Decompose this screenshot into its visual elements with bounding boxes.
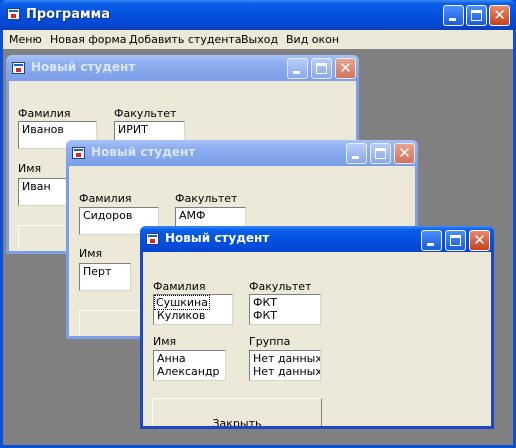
menu-bar: Меню Новая форма Добавить студента Выход…	[3, 30, 513, 49]
child-title-bar[interactable]: Новый студент ✕	[6, 55, 359, 81]
close-icon: ✕	[493, 6, 506, 24]
close-form-button[interactable]: Закрыть	[152, 398, 322, 426]
menu-item-exit[interactable]: Выход	[241, 33, 278, 46]
list-item[interactable]: Нет данных	[253, 365, 320, 378]
main-window: Программа ✕ Меню Новая форма Добавить ст…	[0, 0, 516, 448]
faculty-list[interactable]: ИРИТ	[114, 121, 185, 141]
app-window-icon[interactable]	[72, 147, 85, 159]
faculty-label: Факультет	[114, 107, 177, 120]
faculty-list[interactable]: АМФ	[175, 207, 246, 227]
faculty-list[interactable]: ФКТ ФКТ	[249, 294, 321, 325]
faculty-label: Факультет	[175, 192, 238, 205]
close-form-button[interactable]	[79, 310, 149, 336]
surname-label: Фамилия	[79, 192, 132, 205]
name-label: Имя	[153, 335, 177, 348]
child-window-title: Новый студент	[165, 231, 270, 245]
list-item[interactable]: Сидоров	[83, 209, 155, 222]
minimize-icon	[427, 243, 434, 246]
maximize-button[interactable]	[311, 58, 332, 79]
name-label: Имя	[18, 162, 42, 175]
close-button[interactable]: ✕	[335, 58, 356, 79]
group-label: Группа	[249, 335, 291, 348]
maximize-icon	[375, 148, 386, 159]
app-window-icon[interactable]	[7, 8, 20, 20]
child-title-bar[interactable]: Новый студент ✕	[66, 140, 418, 166]
app-window-icon[interactable]	[146, 233, 159, 245]
main-title-bar[interactable]: Программа ✕	[0, 0, 516, 30]
name-list[interactable]: Перт	[79, 263, 131, 291]
close-button[interactable]: ✕	[394, 143, 415, 164]
minimize-button[interactable]	[421, 230, 442, 251]
list-item[interactable]: Иван	[22, 180, 64, 193]
list-item[interactable]: Куликов	[157, 309, 229, 322]
minimize-icon	[449, 18, 456, 21]
app-window-icon[interactable]	[12, 62, 25, 74]
list-item[interactable]: Сушкина	[154, 295, 229, 310]
close-icon: ✕	[473, 231, 486, 249]
menu-item-menu[interactable]: Меню	[9, 33, 42, 46]
group-list[interactable]: Нет данных Нет данных	[249, 350, 321, 381]
minimize-button[interactable]	[443, 5, 464, 26]
surname-label: Фамилия	[18, 107, 71, 120]
maximize-icon	[471, 10, 482, 21]
close-form-button-label: Закрыть	[212, 417, 262, 426]
minimize-icon	[352, 156, 359, 159]
maximize-button[interactable]	[445, 230, 466, 251]
name-list[interactable]: Иван	[18, 178, 68, 206]
close-icon: ✕	[339, 59, 352, 77]
maximize-icon	[450, 235, 461, 246]
list-item[interactable]: ФКТ	[253, 296, 317, 309]
name-label: Имя	[79, 247, 103, 260]
child-title-bar[interactable]: Новый студент ✕	[140, 226, 494, 252]
selected-list-item[interactable]: Сушкина	[154, 295, 210, 310]
list-item[interactable]: Александр	[157, 365, 222, 378]
faculty-label: Факультет	[249, 280, 312, 293]
list-item[interactable]: Перт	[83, 265, 127, 278]
list-item[interactable]: ФКТ	[253, 309, 317, 322]
menu-item-add-student[interactable]: Добавить студента	[129, 33, 242, 46]
maximize-button[interactable]	[466, 5, 487, 26]
menu-item-new-form[interactable]: Новая форма	[50, 33, 127, 46]
list-item[interactable]: Анна	[157, 352, 222, 365]
minimize-icon	[293, 71, 300, 74]
list-item[interactable]: Нет данных	[253, 352, 320, 365]
list-item[interactable]: ИРИТ	[118, 123, 181, 136]
maximize-button[interactable]	[370, 143, 391, 164]
minimize-button[interactable]	[287, 58, 308, 79]
main-window-title: Программа	[26, 7, 111, 22]
child-window-title: Новый студент	[31, 60, 136, 74]
close-button[interactable]: ✕	[469, 230, 490, 251]
list-item[interactable]: Иванов	[22, 123, 93, 136]
child-client-area: Фамилия Факультет Сушкина Куликов ФКТ ФК…	[143, 252, 491, 426]
close-icon: ✕	[398, 144, 411, 162]
child-window-title: Новый студент	[91, 145, 196, 159]
maximize-icon	[316, 63, 327, 74]
surname-list[interactable]: Сушкина Куликов	[153, 294, 233, 325]
name-list[interactable]: Анна Александр	[153, 350, 226, 381]
surname-label: Фамилия	[153, 280, 206, 293]
minimize-button[interactable]	[346, 143, 367, 164]
menu-item-window-view[interactable]: Вид окон	[286, 33, 339, 46]
child-window-3: Новый студент ✕ Фамилия Факультет Сушкин…	[140, 226, 494, 429]
close-button[interactable]: ✕	[489, 5, 510, 26]
list-item[interactable]: АМФ	[179, 209, 242, 222]
